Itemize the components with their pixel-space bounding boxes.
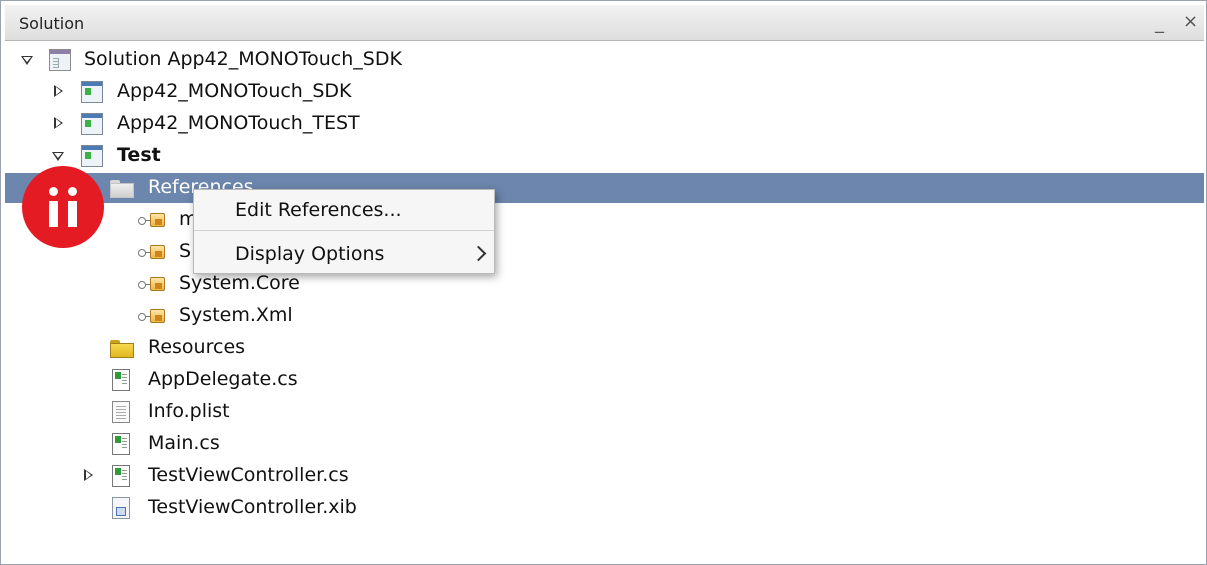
reference-icon — [138, 241, 168, 263]
tree-row-label: S — [179, 240, 192, 262]
tree-row-project[interactable]: Test — [5, 141, 1204, 171]
expand-arrow-icon[interactable] — [84, 469, 93, 481]
solution-panel: Solution _ × Solution App42_MONOTouch_SD… — [0, 0, 1207, 565]
menu-item-display-options[interactable]: Display Options — [194, 236, 494, 272]
menu-item-label: Display Options — [235, 243, 385, 265]
close-button[interactable]: × — [1183, 11, 1198, 32]
expand-arrow-icon[interactable] — [54, 85, 63, 97]
tree-row-label: AppDelegate.cs — [148, 368, 298, 390]
tree-row-label: App42_MONOTouch_SDK — [117, 80, 352, 102]
project-icon — [81, 81, 103, 103]
tree-row-label: System.Core — [179, 272, 300, 294]
folder-icon — [110, 340, 134, 358]
reference-icon — [138, 305, 168, 327]
tree-row-label: System.Xml — [179, 304, 293, 326]
tree-row-folder[interactable]: Resources — [5, 333, 1204, 363]
panel-title: Solution — [19, 14, 85, 33]
tree-row-reference[interactable]: m — [5, 205, 1204, 235]
reference-icon — [138, 209, 168, 231]
menu-item-edit-references[interactable]: Edit References... — [194, 192, 494, 228]
tree-row-label: TestViewController.cs — [148, 464, 349, 486]
folder-icon — [110, 180, 134, 198]
tree-row-label: Test — [117, 144, 161, 166]
expand-arrow-icon[interactable] — [54, 117, 63, 129]
panel-titlebar: Solution _ × — [5, 5, 1204, 41]
csharp-file-icon — [112, 369, 130, 391]
tree-row-project[interactable]: App42_MONOTouch_SDK — [5, 77, 1204, 107]
tree-row-label: App42_MONOTouch_TEST — [117, 112, 360, 134]
project-icon — [81, 113, 103, 135]
tree-row-file[interactable]: Main.cs — [5, 429, 1204, 459]
solution-tree: Solution App42_MONOTouch_SDK App42_MONOT… — [1, 41, 1206, 564]
tree-row-label: Main.cs — [148, 432, 220, 454]
menu-separator — [194, 230, 494, 231]
csharp-file-icon — [112, 465, 130, 487]
tree-row-reference[interactable]: System.Core — [5, 269, 1204, 299]
tree-row-label: TestViewController.xib — [148, 496, 357, 518]
tree-row-file[interactable]: AppDelegate.cs — [5, 365, 1204, 395]
tree-row-label: Solution App42_MONOTouch_SDK — [84, 48, 402, 70]
tree-row-reference[interactable]: System.Xml — [5, 301, 1204, 331]
tree-row-project[interactable]: App42_MONOTouch_TEST — [5, 109, 1204, 139]
tree-row-solution[interactable]: Solution App42_MONOTouch_SDK — [5, 45, 1204, 75]
tree-row-reference[interactable]: S — [5, 237, 1204, 267]
ii-logo-icon — [22, 166, 104, 248]
minimize-button[interactable]: _ — [1155, 13, 1164, 34]
plist-file-icon — [112, 401, 130, 423]
chevron-right-icon — [470, 245, 487, 262]
tree-row-label: Resources — [148, 336, 246, 358]
xib-file-icon — [112, 497, 130, 519]
collapse-arrow-icon[interactable] — [52, 152, 64, 161]
context-menu: Edit References... Display Options — [193, 189, 495, 274]
reference-icon — [138, 273, 168, 295]
csharp-file-icon — [112, 433, 130, 455]
tree-row-references[interactable]: References — [5, 173, 1204, 203]
solution-icon — [49, 49, 71, 71]
collapse-arrow-icon[interactable] — [21, 56, 33, 65]
menu-item-label: Edit References... — [235, 199, 402, 221]
tree-row-label: Info.plist — [148, 400, 230, 422]
tree-row-file[interactable]: Info.plist — [5, 397, 1204, 427]
tree-row-file[interactable]: TestViewController.xib — [5, 493, 1204, 523]
tree-row-file[interactable]: TestViewController.cs — [5, 461, 1204, 491]
project-icon — [81, 145, 103, 167]
